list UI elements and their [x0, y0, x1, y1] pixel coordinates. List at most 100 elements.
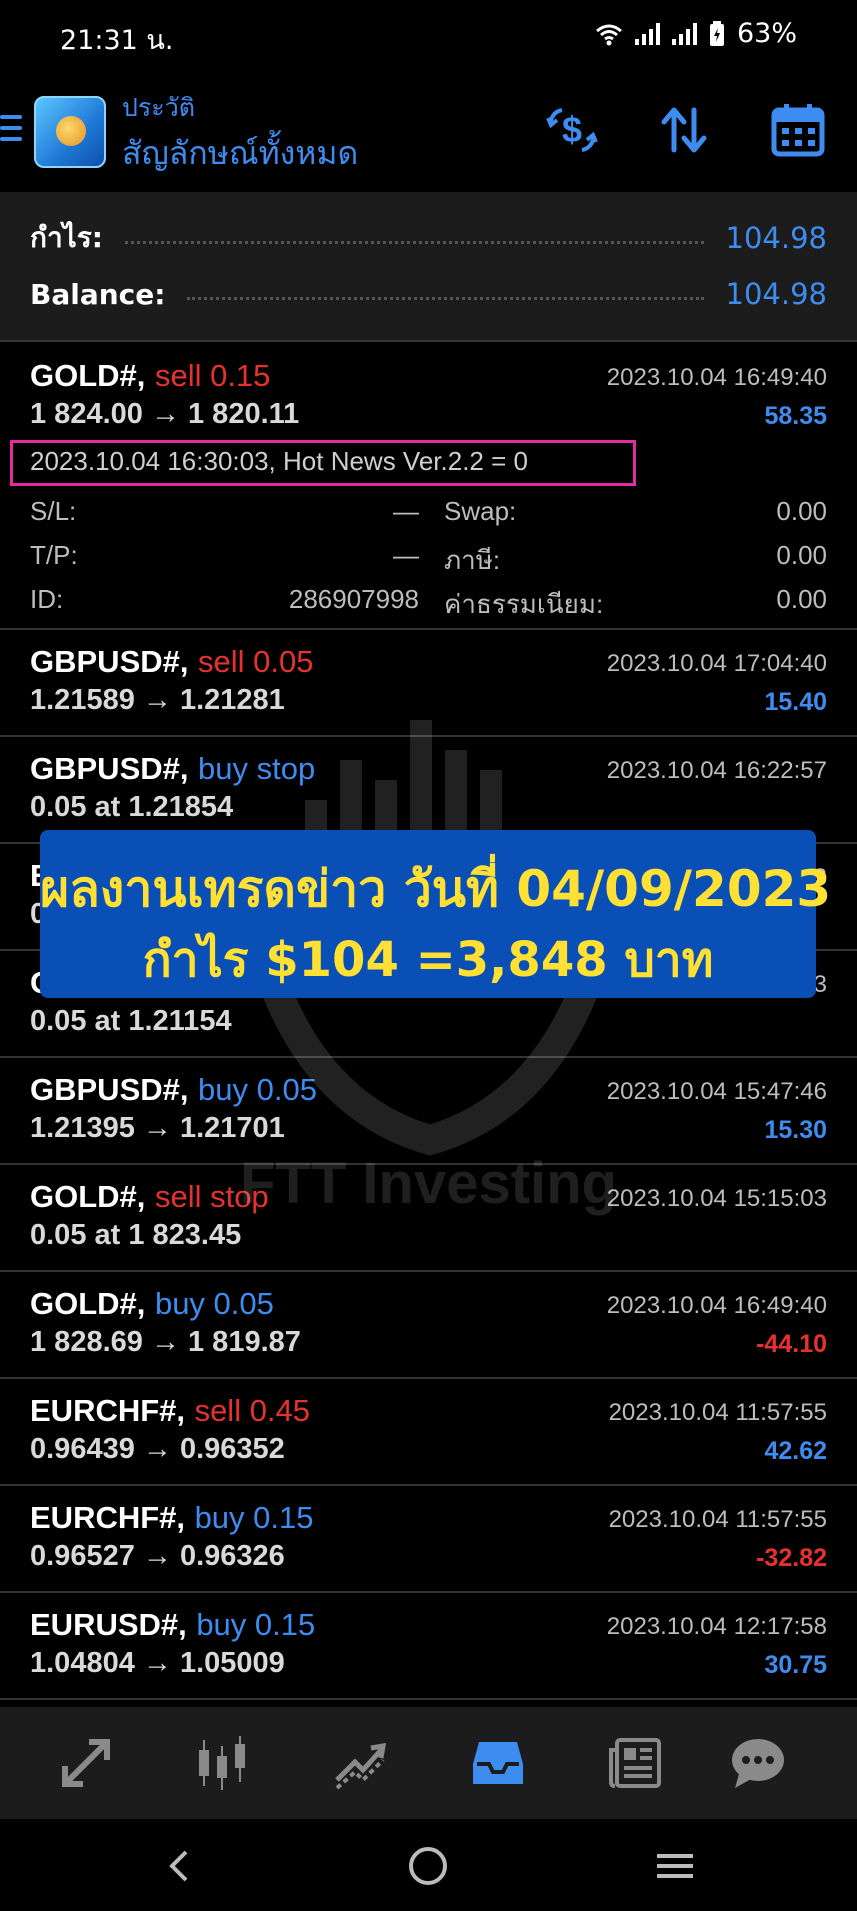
- trade-symbol: GOLD#,: [30, 1179, 146, 1214]
- id-label: ID:: [30, 584, 64, 614]
- trade-row[interactable]: GBPUSD#, sell 0.05 1.21589 → 1.21281 202…: [0, 630, 857, 737]
- trade-type: buy 0.15: [196, 1607, 316, 1642]
- profit-row: กำไร: 104.98: [30, 218, 827, 258]
- trade-prices: 1.04804 → 1.05009: [30, 1647, 285, 1679]
- home-icon: [409, 1847, 447, 1885]
- nav-quotes[interactable]: [54, 1731, 118, 1795]
- news-icon: [609, 1738, 661, 1788]
- profit-label: กำไร:: [30, 221, 103, 254]
- dotted-leader: [187, 296, 704, 300]
- trade-row[interactable]: GBPUSD#, buy stop 0.05 at 1.21854 2023.1…: [0, 737, 857, 844]
- app-bar: ประวัติ สัญลักษณ์ทั้งหมด $: [0, 70, 857, 192]
- trade-time: 2023.10.04 16:49:40: [606, 1292, 827, 1319]
- header-subtitle: ประวัติ: [122, 93, 195, 122]
- trade-prices: 1.21589 → 1.21281: [30, 684, 285, 716]
- trade-profit: 15.40: [764, 688, 827, 716]
- battery-icon: [709, 20, 724, 46]
- id-value: 286907998: [288, 584, 419, 614]
- trade-prices: 0.96439 → 0.96352: [30, 1433, 285, 1465]
- tp-label: T/P:: [30, 540, 78, 570]
- status-bar: 21:31 น. 63%: [0, 0, 857, 70]
- nav-news[interactable]: [604, 1731, 668, 1795]
- trade-profit: -44.10: [756, 1330, 827, 1358]
- trade-icon: [335, 1742, 387, 1790]
- trade-type: sell 0.15: [154, 358, 271, 393]
- menu-icon[interactable]: [0, 115, 22, 143]
- svg-text:$: $: [562, 109, 582, 150]
- trade-symbol: GBPUSD#,: [30, 751, 189, 786]
- trade-profit: 15.30: [764, 1116, 827, 1144]
- trade-prices: 0.96527 → 0.96326: [30, 1540, 285, 1572]
- trade-type: buy stop: [198, 751, 316, 786]
- nav-chart[interactable]: [190, 1731, 254, 1795]
- tax-label: ภาษี:: [444, 545, 501, 575]
- swap-value: 0.00: [776, 496, 827, 526]
- chat-icon: [732, 1739, 784, 1788]
- recents-button[interactable]: [650, 1841, 700, 1891]
- watermark-text: FTT Investing: [240, 1151, 617, 1216]
- balance-row: Balance: 104.98: [30, 274, 827, 314]
- signal-icon: [634, 22, 660, 45]
- trade-row-expanded[interactable]: GOLD#, sell 0.15 1 824.00 → 1 820.11 202…: [0, 344, 857, 630]
- promo-banner: ผลงานเทรดข่าว วันที่ 04/09/2023 กำไร $10…: [40, 830, 832, 998]
- trade-type: buy 0.15: [194, 1500, 314, 1535]
- chart-icon: [199, 1736, 245, 1790]
- dotted-leader: [125, 240, 704, 244]
- trade-prices: 0.05 at 1.21154: [30, 1005, 232, 1037]
- trade-time: 2023.10.04 16:22:57: [606, 757, 827, 784]
- status-indicators: 63%: [595, 18, 797, 49]
- history-icon: [473, 1742, 523, 1784]
- trade-time: 2023.10.04 15:47:46: [606, 1078, 827, 1105]
- trade-profit: -32.82: [756, 1544, 827, 1572]
- quotes-icon: [62, 1739, 110, 1787]
- trade-type: sell 0.45: [194, 1393, 311, 1428]
- tax-value: 0.00: [776, 540, 827, 570]
- nav-trade[interactable]: [328, 1731, 392, 1795]
- trade-symbol: GBPUSD#,: [30, 1072, 189, 1107]
- home-button[interactable]: [403, 1841, 453, 1891]
- calendar-button[interactable]: [766, 98, 830, 162]
- detail-row-id: ID: 286907998 ค่าธรรมเนียม: 0.00: [30, 584, 827, 620]
- detail-row-sl: S/L: — Swap: 0.00: [30, 496, 827, 532]
- balance-value: 104.98: [725, 277, 827, 311]
- bottom-nav: [0, 1707, 857, 1819]
- back-button[interactable]: [155, 1841, 205, 1891]
- detail-row-tp: T/P: — ภาษี: 0.00: [30, 540, 827, 576]
- tp-value: —: [393, 540, 419, 570]
- sl-value: —: [393, 496, 419, 526]
- fee-label: ค่าธรรมเนียม:: [444, 589, 604, 619]
- nav-chat[interactable]: [726, 1731, 790, 1795]
- sort-button[interactable]: [652, 98, 716, 162]
- trade-type: buy 0.05: [198, 1072, 317, 1107]
- swap-label: Swap:: [444, 496, 517, 526]
- trade-row[interactable]: GBPUSD#, buy 0.05 1.21395 → 1.21701 2023…: [0, 1058, 857, 1165]
- trade-symbol: GBPUSD#,: [30, 644, 189, 679]
- trade-row[interactable]: GOLD#, buy 0.05 1 828.69 → 1 819.87 2023…: [0, 1272, 857, 1379]
- wifi-icon: [596, 24, 622, 45]
- currency-exchange-button[interactable]: $: [540, 98, 604, 162]
- back-icon: [169, 1850, 188, 1882]
- banner-line-2: กำไร $104 =3,848 บาท: [142, 932, 714, 988]
- trade-symbol: GOLD#,: [30, 1286, 146, 1321]
- trade-prices: 0.05 at 1.21854: [30, 791, 234, 823]
- trade-time: 2023.10.04 11:57:55: [608, 1506, 827, 1533]
- trade-time: 2023.10.04 16:49:40: [606, 364, 827, 391]
- trade-prices: 0.05 at 1 823.45: [30, 1219, 242, 1251]
- trade-symbol: GOLD#,: [30, 358, 146, 393]
- system-nav: [0, 1819, 857, 1911]
- trade-row[interactable]: EURCHF#, buy 0.15 0.96527 → 0.96326 2023…: [0, 1486, 857, 1593]
- calendar-icon: [771, 104, 825, 157]
- banner-line-1: ผลงานเทรดข่าว วันที่ 04/09/2023: [40, 860, 832, 918]
- trade-comment: 2023.10.04 16:30:03, Hot News Ver.2.2 = …: [30, 446, 528, 476]
- sort-icon: [661, 107, 707, 153]
- trade-comment-highlight: 2023.10.04 16:30:03, Hot News Ver.2.2 = …: [10, 440, 636, 486]
- currency-exchange-icon: $: [546, 108, 598, 152]
- trade-row[interactable]: EURUSD#, buy 0.15 1.04804 → 1.05009 2023…: [0, 1593, 857, 1700]
- nav-history[interactable]: [466, 1731, 530, 1795]
- trade-prices: 1.21395 → 1.21701: [30, 1112, 285, 1144]
- header-title[interactable]: สัญลักษณ์ทั้งหมด: [122, 128, 358, 179]
- trade-row[interactable]: EURCHF#, sell 0.45 0.96439 → 0.96352 202…: [0, 1379, 857, 1486]
- trade-prices: 1 828.69 → 1 819.87: [30, 1326, 301, 1358]
- account-summary: กำไร: 104.98 Balance: 104.98: [0, 192, 857, 342]
- trade-profit: 58.35: [764, 402, 827, 430]
